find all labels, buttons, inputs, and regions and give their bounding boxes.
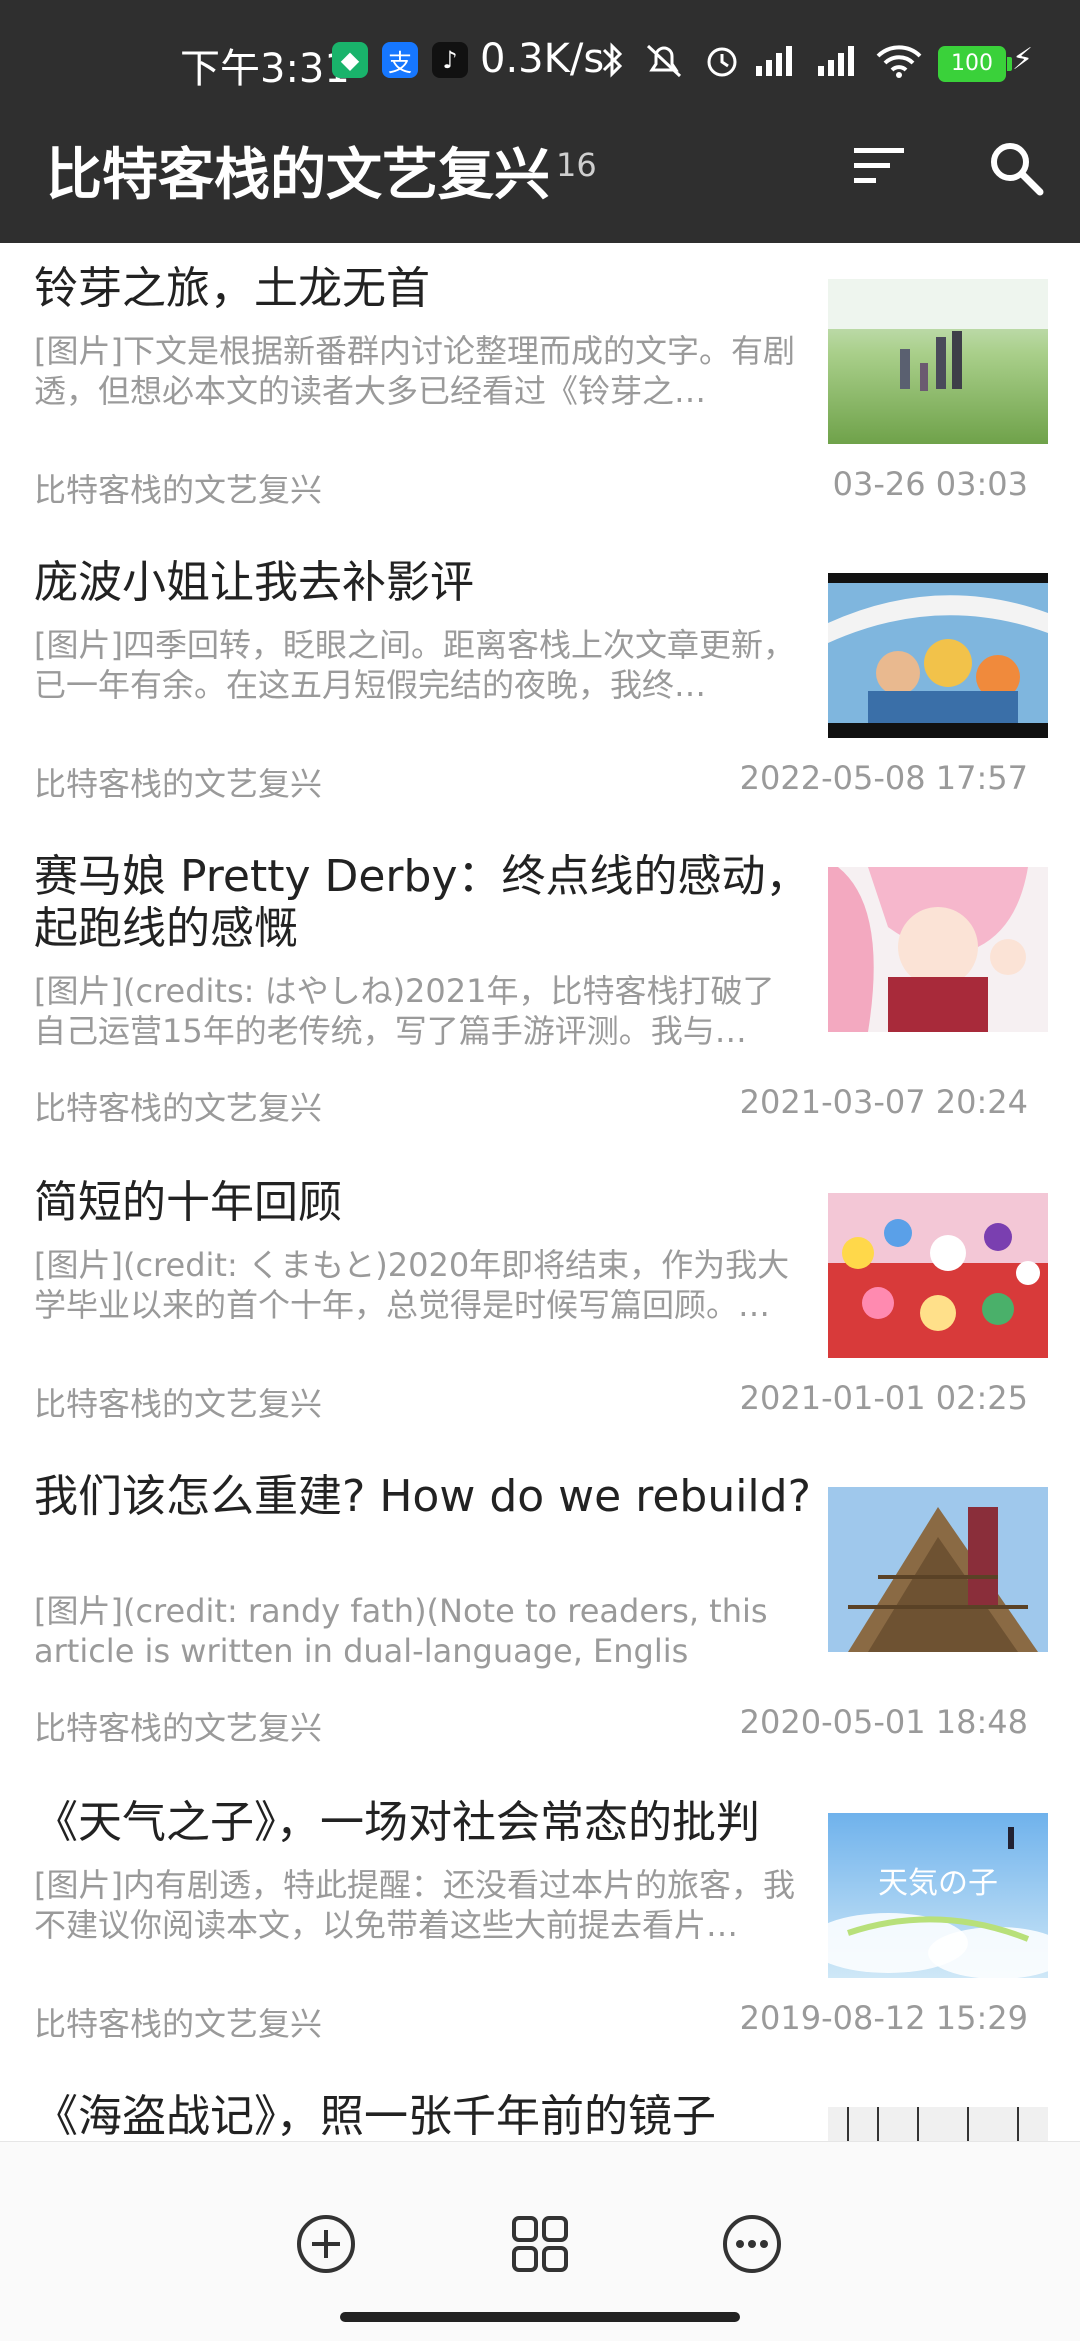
search-icon[interactable] <box>986 138 1046 198</box>
article-summary: [图片](credit: randy fath)(Note to readers… <box>34 1592 768 1670</box>
page-title: 比特客栈的文艺复兴 <box>46 143 550 208</box>
article-thumbnail <box>828 2107 1048 2141</box>
charging-icon: ⚡ <box>1012 42 1034 77</box>
grid-icon[interactable] <box>508 2212 572 2276</box>
top-bar: 下午3:31 ◆ 支 ♪ 0.3K/s 100 ⚡ 比特客栈的文艺复兴 16 <box>0 0 1080 243</box>
list-item[interactable]: 《海盗战记》，照一张千年前的镜子 <box>0 2071 1080 2141</box>
article-list[interactable]: 铃芽之旅，土龙无首 [图片]下文是根据新番群内讨论整理而成的文字。有剧透，但想必… <box>0 243 1080 2141</box>
alarm-icon <box>707 47 737 77</box>
status-bar: 下午3:31 ◆ 支 ♪ 0.3K/s 100 ⚡ <box>0 0 1080 120</box>
mute-icon <box>646 44 682 78</box>
wifi-icon <box>876 45 922 78</box>
article-thumbnail <box>828 1193 1048 1358</box>
article-title: 铃芽之旅，土龙无首 <box>34 263 430 314</box>
article-date: 2021-03-07 20:24 <box>739 1083 1028 1121</box>
list-item[interactable]: 庞波小姐让我去补影评 [图片]四季回转，眨眼之间。距离客栈上次文章更新，已一年有… <box>0 537 1080 831</box>
tiktok-icon: ♪ <box>432 42 468 78</box>
list-item[interactable]: 我们该怎么重建? How do we rebuild? [图片](credit:… <box>0 1451 1080 1777</box>
network-speed: 0.3K/s <box>480 36 605 82</box>
home-indicator[interactable] <box>340 2312 740 2322</box>
list-item[interactable]: 《天气之子》，一场对社会常态的批判 [图片]内有剧透，特此提醒：还没看过本片的旅… <box>0 1777 1080 2071</box>
article-date: 2019-08-12 15:29 <box>739 1999 1028 2037</box>
article-thumbnail <box>828 1487 1048 1652</box>
article-title: 《天气之子》，一场对社会常态的批判 <box>34 1797 760 1848</box>
article-title: 简短的十年回顾 <box>34 1177 342 1228</box>
article-title: 《海盗战记》，照一张千年前的镜子 <box>34 2091 716 2141</box>
more-icon[interactable] <box>720 2212 784 2276</box>
signal-icon-2 <box>818 46 854 76</box>
article-thumbnail <box>828 573 1048 738</box>
battery-indicator: 100 <box>938 46 1012 82</box>
article-thumbnail <box>828 279 1048 444</box>
article-summary: [图片]四季回转，眨眼之间。距离客栈上次文章更新，已一年有余。在这五月短假完结的… <box>34 626 795 704</box>
article-summary: [图片](credit: くまもと)2020年即将结束，作为我大学毕业以来的首个… <box>34 1246 790 1324</box>
article-source: 比特客栈的文艺复兴 <box>34 1089 323 1127</box>
article-source: 比特客栈的文艺复兴 <box>34 1385 323 1423</box>
list-item[interactable]: 简短的十年回顾 [图片](credit: くまもと)2020年即将结束，作为我大… <box>0 1157 1080 1451</box>
thumb-title: 天気の子 <box>878 1866 998 1901</box>
battery-level: 100 <box>951 51 993 76</box>
article-source: 比特客栈的文艺复兴 <box>34 765 323 803</box>
list-item[interactable]: 铃芽之旅，土龙无首 [图片]下文是根据新番群内讨论整理而成的文字。有剧透，但想必… <box>0 243 1080 537</box>
bluetooth-icon <box>602 42 623 78</box>
article-source: 比特客栈的文艺复兴 <box>34 471 323 509</box>
article-date: 2022-05-08 17:57 <box>739 759 1028 797</box>
shield-icon: ◆ <box>332 42 368 78</box>
article-title: 庞波小姐让我去补影评 <box>34 557 474 608</box>
article-date: 2020-05-01 18:48 <box>739 1703 1028 1741</box>
article-source: 比特客栈的文艺复兴 <box>34 1709 323 1747</box>
article-thumbnail: 天気の子 <box>828 1813 1048 1978</box>
status-time: 下午3:31 <box>180 46 350 92</box>
alipay-icon: 支 <box>382 42 418 78</box>
article-summary: [图片]下文是根据新番群内讨论整理而成的文字。有剧透，但想必本文的读者大多已经看… <box>34 332 795 410</box>
article-title: 赛马娘 Pretty Derby：终点线的感动，起跑线的感慨 <box>34 851 810 954</box>
list-item[interactable]: 赛马娘 Pretty Derby：终点线的感动，起跑线的感慨 [图片](cred… <box>0 831 1080 1157</box>
article-summary: [图片]内有剧透，特此提醒：还没看过本片的旅客，我不建议你阅读本文，以免带着这些… <box>34 1866 795 1944</box>
article-summary: [图片](credits: はやしね)2021年，比特客栈打破了自己运营15年的… <box>34 972 775 1050</box>
signal-icon-1 <box>756 46 792 76</box>
article-source: 比特客栈的文艺复兴 <box>34 2005 323 2043</box>
article-thumbnail <box>828 867 1048 1032</box>
sort-icon[interactable] <box>852 144 908 188</box>
article-count: 16 <box>556 146 597 184</box>
add-circle-icon[interactable] <box>294 2212 358 2276</box>
article-title: 我们该怎么重建? How do we rebuild? <box>34 1471 811 1522</box>
bottom-toolbar <box>0 2141 1080 2341</box>
article-date: 03-26 03:03 <box>832 465 1028 503</box>
article-date: 2021-01-01 02:25 <box>739 1379 1028 1417</box>
